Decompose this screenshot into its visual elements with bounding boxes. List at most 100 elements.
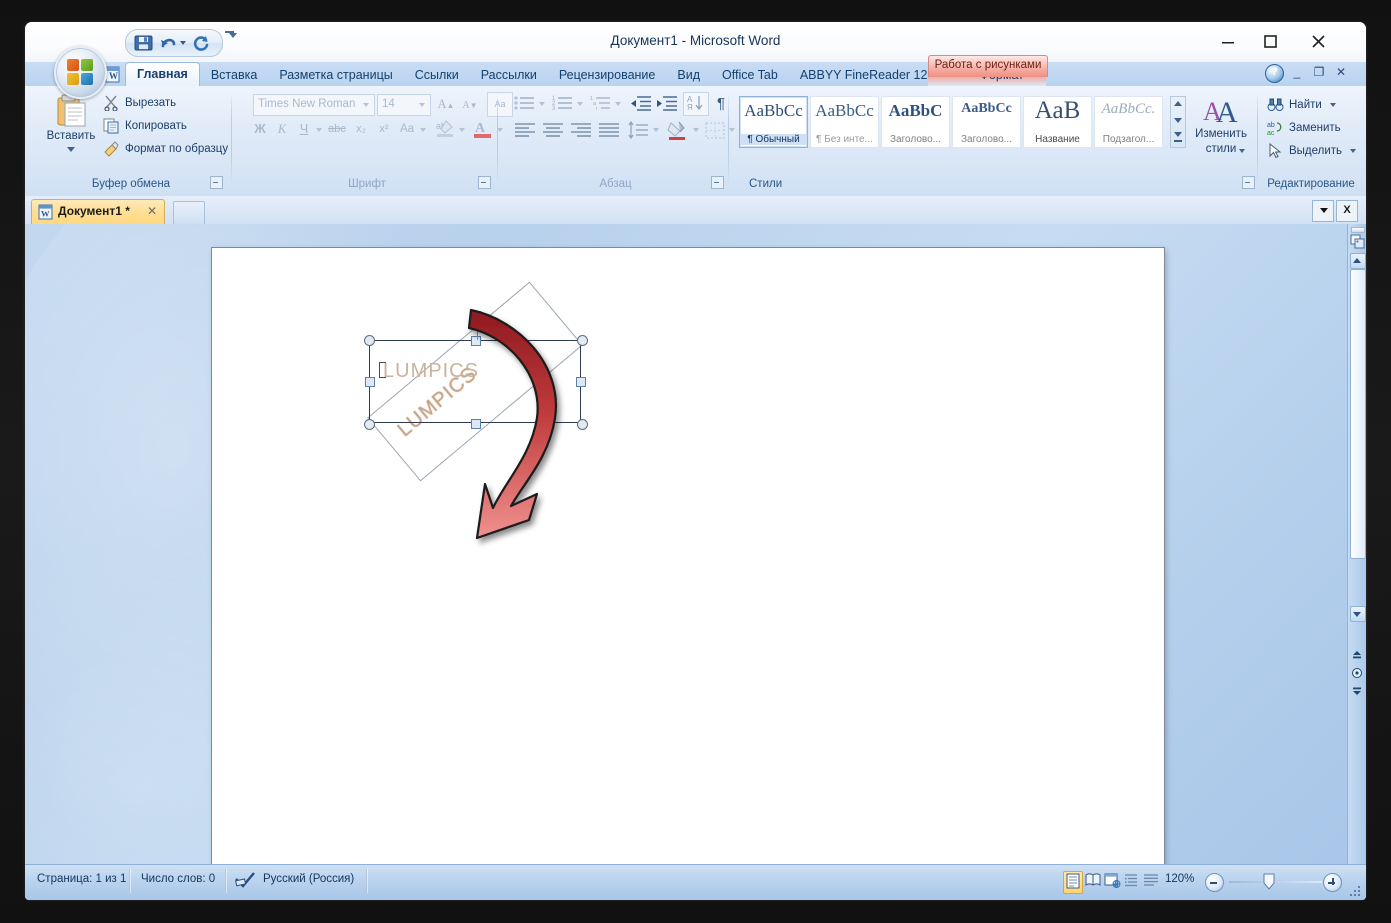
view-draft-button[interactable]	[1142, 871, 1160, 892]
zoom-slider-thumb[interactable]	[1263, 873, 1275, 890]
superscript-button[interactable]: x²	[373, 118, 395, 140]
shading-button[interactable]	[666, 120, 690, 141]
resize-handle-top-left[interactable]	[364, 335, 375, 346]
view-print-layout-button[interactable]	[1063, 871, 1083, 894]
paragraph-dialog-launcher[interactable]	[711, 176, 724, 189]
zoom-out-button[interactable]	[1205, 873, 1224, 892]
document-page[interactable]: LUMPICS LUMPICS	[212, 248, 1164, 864]
sort-button[interactable]: A Я	[683, 92, 709, 116]
paste-dropdown-icon[interactable]	[67, 147, 75, 152]
tab-abbyy-finereader[interactable]: ABBYY FineReader 12	[789, 64, 939, 86]
close-button[interactable]	[1298, 27, 1338, 55]
minimize-button[interactable]	[1208, 27, 1248, 55]
zoom-slider-track[interactable]	[1229, 881, 1322, 883]
tab-mailings[interactable]: Рассылки	[470, 64, 548, 86]
increase-indent-button[interactable]	[655, 93, 679, 114]
underline-button[interactable]: Ч	[293, 118, 315, 140]
strikethrough-button[interactable]: abc	[325, 118, 349, 140]
style-item-title[interactable]: АаВ Название	[1023, 96, 1092, 148]
tab-references[interactable]: Ссылки	[404, 64, 470, 86]
bold-button[interactable]: Ж	[249, 118, 271, 140]
bullets-dropdown-icon[interactable]	[539, 102, 545, 106]
view-full-screen-reading-button[interactable]	[1084, 871, 1102, 892]
select-dropdown-icon[interactable]	[1350, 149, 1356, 153]
minimize-ribbon-button[interactable]: _	[1288, 64, 1306, 81]
style-item-heading-2[interactable]: AaBbCc Заголово...	[952, 96, 1021, 148]
select-button[interactable]: Выделить	[1267, 140, 1342, 162]
zoom-in-button[interactable]	[1323, 873, 1342, 892]
borders-button[interactable]	[703, 120, 727, 141]
resize-grip[interactable]	[1350, 886, 1362, 898]
undo-icon[interactable]	[159, 34, 178, 52]
previous-page-icon[interactable]	[1351, 648, 1363, 660]
maximize-button[interactable]	[1250, 27, 1290, 55]
cut-button[interactable]: Вырезать	[103, 93, 176, 113]
bullets-button[interactable]	[513, 93, 537, 114]
vertical-scrollbar[interactable]	[1347, 224, 1366, 864]
tab-office-tab[interactable]: Office Tab	[711, 64, 789, 86]
style-item-subtitle[interactable]: AaBbCc. Подзагол...	[1094, 96, 1163, 148]
line-spacing-dropdown-icon[interactable]	[653, 128, 659, 132]
zoom-level[interactable]: 120%	[1165, 873, 1194, 885]
scroll-down-icon[interactable]	[1350, 606, 1366, 622]
justify-button[interactable]	[597, 120, 621, 141]
document-tab-dokument1[interactable]: W Документ1 * ✕	[31, 199, 165, 224]
view-outline-button[interactable]	[1123, 871, 1141, 892]
font-color-button[interactable]: A	[471, 118, 495, 140]
grow-font-button[interactable]: A▲	[435, 94, 457, 114]
customize-qat-caret-icon[interactable]	[229, 33, 237, 38]
numbering-button[interactable]: 123	[551, 93, 575, 114]
underline-dropdown-icon[interactable]	[316, 128, 322, 132]
tab-page-layout[interactable]: Разметка страницы	[268, 64, 403, 86]
page-indicator[interactable]: Страница: 1 из 1	[37, 873, 126, 885]
select-browse-object-icon[interactable]	[1350, 234, 1365, 249]
decrease-indent-button[interactable]	[629, 93, 653, 114]
multilevel-list-button[interactable]: 1ai	[589, 93, 613, 114]
paste-button[interactable]: Вставить	[43, 92, 99, 168]
styles-gallery-scrollbar[interactable]	[1170, 96, 1186, 148]
help-icon[interactable]: ?	[1265, 64, 1284, 83]
styles-scroll-up-icon[interactable]	[1174, 101, 1182, 106]
select-browse-object-button[interactable]	[1351, 666, 1363, 678]
align-left-button[interactable]	[513, 120, 537, 141]
undo-dropdown-icon[interactable]	[180, 41, 186, 45]
close-document-window-button[interactable]: ✕	[1332, 64, 1350, 81]
next-page-icon[interactable]	[1351, 684, 1363, 696]
restore-document-window-button[interactable]: ❐	[1310, 64, 1328, 81]
language-indicator[interactable]: Русский (Россия)	[263, 873, 354, 885]
multilevel-dropdown-icon[interactable]	[615, 102, 621, 106]
split-window-handle[interactable]	[1351, 227, 1365, 233]
italic-button[interactable]: К	[272, 118, 292, 140]
change-styles-dropdown-icon[interactable]	[1239, 149, 1245, 153]
scrollbar-thumb[interactable]	[1350, 269, 1366, 559]
shrink-font-button[interactable]: A▼	[459, 94, 481, 114]
change-case-button[interactable]: Aa	[395, 118, 419, 140]
tab-review[interactable]: Рецензирование	[548, 64, 667, 86]
scroll-up-icon[interactable]	[1350, 253, 1366, 269]
highlight-dropdown-icon[interactable]	[459, 128, 465, 132]
styles-scroll-down-icon[interactable]	[1174, 118, 1182, 123]
font-name-combobox[interactable]: Times New Roman	[253, 94, 375, 116]
styles-dialog-launcher[interactable]	[1242, 176, 1255, 189]
font-dialog-launcher[interactable]	[478, 176, 491, 189]
styles-more-icon[interactable]	[1174, 132, 1182, 137]
text-highlight-button[interactable]: ab	[433, 118, 457, 140]
style-item-no-spacing[interactable]: AaBbCc ¶ Без инте...	[810, 96, 879, 148]
spell-check-icon[interactable]	[235, 870, 255, 888]
subscript-button[interactable]: x₂	[350, 118, 372, 140]
find-button[interactable]: Найти	[1267, 94, 1322, 116]
format-painter-button[interactable]: Формат по образцу	[103, 139, 228, 159]
line-spacing-button[interactable]	[627, 120, 651, 141]
office-tab-close-button[interactable]: X	[1336, 200, 1358, 222]
align-right-button[interactable]	[569, 120, 593, 141]
redo-icon[interactable]	[192, 34, 211, 52]
word-count[interactable]: Число слов: 0	[141, 873, 215, 885]
resize-handle-middle-left[interactable]	[365, 377, 375, 387]
view-web-layout-button[interactable]	[1103, 871, 1121, 892]
style-item-normal[interactable]: AaBbCc ¶ Обычный	[739, 96, 808, 148]
tab-insert[interactable]: Вставка	[200, 64, 268, 86]
copy-button[interactable]: Копировать	[103, 116, 187, 136]
resize-handle-bottom-left[interactable]	[364, 419, 375, 430]
show-formatting-marks-button[interactable]: ¶	[709, 93, 733, 114]
styles-more-bar-icon[interactable]	[1174, 140, 1182, 142]
